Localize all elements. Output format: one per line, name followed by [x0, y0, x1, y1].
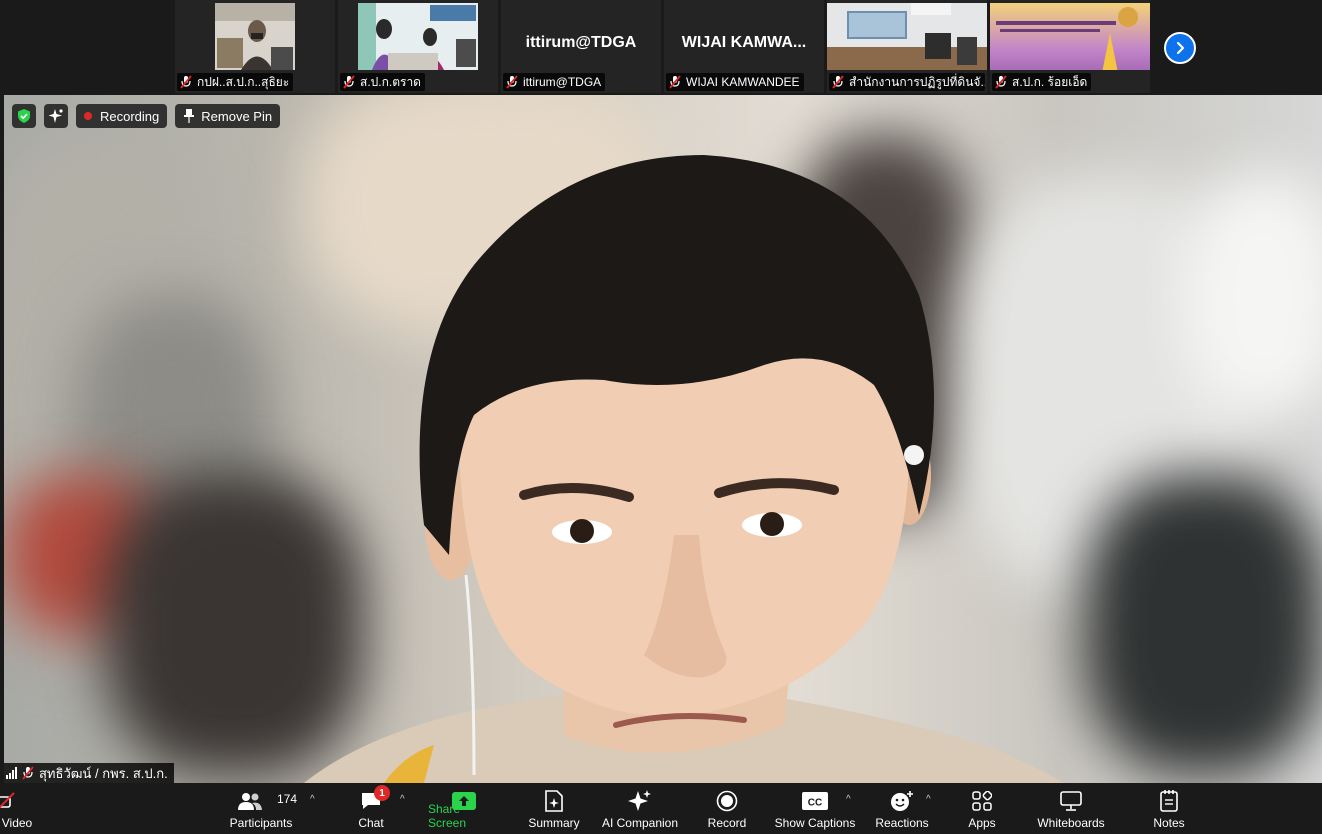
participants-options-caret[interactable]: ^ [310, 794, 315, 805]
meeting-toolbar: Video Participants 174 ^ Chat 1 ^ Share … [0, 783, 1322, 834]
remove-pin-button[interactable]: Remove Pin [175, 104, 281, 128]
record-button[interactable]: Record [700, 783, 754, 834]
video-button[interactable]: Video [0, 783, 34, 834]
participant-video [215, 3, 295, 70]
show-captions-button[interactable]: CC Show Captions [772, 783, 858, 834]
apps-grid-icon [972, 789, 992, 813]
participants-button[interactable]: Participants [226, 783, 296, 834]
remove-pin-label: Remove Pin [201, 108, 273, 124]
summary-label: Summary [528, 816, 580, 830]
pin-icon [184, 109, 195, 123]
share-screen-button[interactable]: Share Screen [428, 783, 500, 834]
participant-label: ส.ป.ก.ตราด [340, 73, 425, 91]
speaker-figure [304, 155, 1064, 783]
reaction-emoji-icon [890, 789, 914, 813]
video-off-icon [0, 789, 18, 813]
participants-label: Participants [229, 816, 293, 830]
ai-sparkle-icon [628, 789, 652, 813]
ai-companion-button[interactable]: AI Companion [600, 783, 680, 834]
participant-name: ittirum@TDGA [523, 75, 602, 89]
participant-video [827, 3, 987, 70]
active-speaker-label: สุทธิวัฒน์ / กพร. ส.ป.ก. [4, 763, 174, 783]
participant-strip: กปฝ..ส.ป.ก..สุธิยะ ส.ป.ก.ตราด ittirum@TD… [0, 0, 1322, 95]
chevron-right-icon [1176, 41, 1185, 55]
video-label: Video [1, 816, 33, 830]
record-label: Record [707, 816, 747, 830]
whiteboards-label: Whiteboards [1037, 816, 1105, 830]
mic-muted-icon [180, 75, 192, 89]
svg-text:CC: CC [808, 798, 822, 809]
meeting-status-badges: Recording Remove Pin [12, 104, 281, 128]
show-captions-label: Show Captions [774, 816, 856, 830]
reactions-label: Reactions [875, 816, 929, 830]
participant-name: สำนักงานการปฏิรูปที่ดินจั... [849, 74, 985, 89]
participant-tile[interactable]: WIJAI KAMWA... WIJAI KAMWANDEE [664, 0, 824, 93]
mic-muted-icon [669, 75, 681, 89]
active-speaker-video [4, 95, 1322, 783]
connection-signal-icon [6, 767, 17, 779]
participant-display-name: ittirum@TDGA [525, 34, 637, 51]
chat-unread-badge: 1 [374, 785, 390, 801]
chat-options-caret[interactable]: ^ [400, 794, 405, 805]
mic-muted-icon [343, 75, 355, 89]
reactions-button[interactable]: Reactions [872, 783, 932, 834]
participant-tile[interactable]: ส.ป.ก. ร้อยเอ็ด [990, 0, 1150, 93]
next-page-button[interactable] [1164, 32, 1196, 64]
participants-icon [237, 789, 263, 813]
sparkle-icon [48, 109, 63, 123]
captions-options-caret[interactable]: ^ [846, 794, 851, 805]
participant-name: กปฝ..ส.ป.ก..สุธิยะ [197, 74, 290, 89]
whiteboards-button[interactable]: Whiteboards [1032, 783, 1110, 834]
apps-button[interactable]: Apps [962, 783, 1002, 834]
speaker-name: สุทธิวัฒน์ / กพร. ส.ป.ก. [39, 765, 168, 781]
ai-companion-label: AI Companion [601, 816, 679, 830]
reactions-options-caret[interactable]: ^ [926, 794, 931, 805]
participant-tile[interactable]: สำนักงานการปฏิรูปที่ดินจั... [827, 0, 987, 93]
security-button[interactable] [12, 104, 36, 128]
participant-name: ส.ป.ก.ตราด [360, 74, 421, 89]
participant-label: สำนักงานการปฏิรูปที่ดินจั... [829, 73, 985, 91]
participant-name: ส.ป.ก. ร้อยเอ็ด [1012, 74, 1088, 89]
apps-label: Apps [968, 816, 996, 830]
mic-muted-icon [22, 766, 34, 780]
mic-muted-icon [506, 75, 518, 89]
recording-dot-icon [84, 112, 92, 120]
captions-cc-icon: CC [802, 789, 828, 813]
participant-display-name: WIJAI KAMWA... [681, 34, 807, 51]
summary-icon [544, 789, 564, 813]
participant-video [358, 3, 478, 70]
notes-label: Notes [1153, 816, 1185, 830]
ai-companion-badge[interactable] [44, 104, 68, 128]
shield-check-icon [18, 109, 30, 123]
mic-muted-icon [995, 75, 1007, 89]
whiteboard-icon [1060, 789, 1082, 813]
participant-video [990, 3, 1150, 70]
participant-tile[interactable]: ส.ป.ก.ตราด [338, 0, 498, 93]
mic-muted-icon [832, 75, 844, 89]
recording-label: Recording [100, 108, 160, 124]
participant-tile[interactable]: กปฝ..ส.ป.ก..สุธิยะ [175, 0, 335, 93]
participant-label: ittirum@TDGA [503, 73, 606, 91]
participant-tile[interactable]: ittirum@TDGA ittirum@TDGA [501, 0, 661, 93]
participant-label: ส.ป.ก. ร้อยเอ็ด [992, 73, 1092, 91]
chat-label: Chat [358, 816, 384, 830]
share-screen-icon [452, 789, 476, 813]
record-icon [716, 789, 738, 813]
summary-button[interactable]: Summary [524, 783, 584, 834]
participant-label: กปฝ..ส.ป.ก..สุธิยะ [177, 73, 294, 91]
participants-count: 174 [277, 792, 298, 806]
notes-icon [1160, 789, 1178, 813]
participant-name: WIJAI KAMWANDEE [686, 75, 800, 89]
notes-button[interactable]: Notes [1148, 783, 1190, 834]
recording-indicator[interactable]: Recording [76, 104, 168, 128]
participant-label: WIJAI KAMWANDEE [666, 73, 804, 91]
